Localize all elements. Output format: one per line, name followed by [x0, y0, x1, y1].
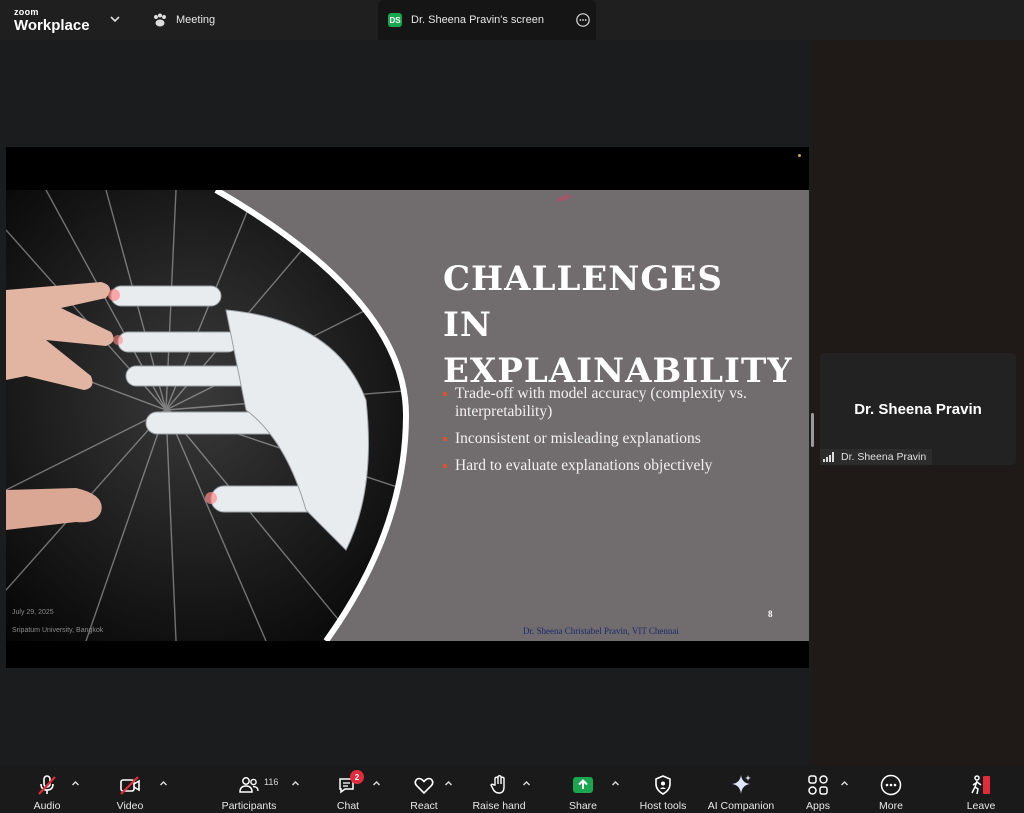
brand-zoom-text: zoom: [14, 7, 39, 17]
host-tools-label: Host tools: [639, 800, 687, 812]
heart-icon: [414, 777, 434, 795]
apps-button[interactable]: Apps: [801, 765, 835, 813]
host-tools-button[interactable]: Host tools: [636, 765, 690, 813]
tab-meeting-label: Meeting: [176, 14, 216, 26]
slide-bullet: Trade-off with model accuracy (complexit…: [443, 385, 763, 421]
slide-page-number: 8: [768, 609, 773, 619]
tab-shared-screen-label: Dr. Sheena Pravin's screen: [411, 14, 544, 26]
slide-author-footer: Dr. Sheena Christabel Pravin, VIT Chenna…: [523, 626, 679, 636]
slide-title-line-1: CHALLENGES IN: [443, 259, 723, 345]
chevron-down-icon[interactable]: [108, 12, 122, 26]
ai-companion-button[interactable]: AI Companion: [704, 765, 778, 813]
slide-bullet: Inconsistent or misleading explanations: [443, 430, 763, 448]
presentation-slide: CHALLENGES IN EXPLAINABILITY Trade-off w…: [6, 190, 809, 641]
share-arrow-icon: [573, 777, 593, 793]
participants-label: Participants: [221, 800, 277, 812]
more-dots-icon: [880, 774, 902, 796]
more-button[interactable]: More: [874, 765, 908, 813]
participant-name-label: Dr. Sheena Pravin: [820, 449, 933, 465]
raise-hand-label: Raise hand: [472, 800, 526, 812]
microphone-muted-icon: [38, 775, 56, 795]
react-button[interactable]: React: [407, 765, 441, 813]
brand-workplace-text: Workplace: [14, 17, 90, 34]
zoom-workplace-logo[interactable]: zoom Workplace: [14, 7, 90, 34]
caret-up-icon[interactable]: [372, 779, 381, 788]
apps-label: Apps: [806, 800, 830, 812]
sparkle-icon: [732, 775, 751, 794]
leave-button[interactable]: Leave: [964, 765, 998, 813]
leave-door-icon: [971, 775, 990, 795]
signal-bars-icon: [823, 452, 834, 462]
chat-button[interactable]: 2 Chat: [331, 765, 365, 813]
slide-university: Sripatum University, Bangkok: [12, 627, 104, 634]
video-button[interactable]: Video: [113, 765, 147, 813]
participant-name-text: Dr. Sheena Pravin: [841, 451, 927, 463]
chat-unread-badge: 2: [350, 770, 364, 784]
more-label: More: [879, 800, 903, 812]
caret-up-icon[interactable]: [291, 779, 300, 788]
slide-bullet: Hard to evaluate explanations objectivel…: [443, 457, 763, 475]
caret-up-icon[interactable]: [840, 779, 849, 788]
meeting-controls-toolbar: Audio Video Participants 116 2 Chat Reac…: [0, 765, 1024, 813]
caret-up-icon[interactable]: [71, 779, 80, 788]
slide-bullet-list: Trade-off with model accuracy (complexit…: [443, 385, 763, 484]
react-label: React: [410, 800, 438, 812]
participant-video-tile[interactable]: Dr. Sheena Pravin Dr. Sheena Pravin: [820, 353, 1016, 465]
chat-label: Chat: [336, 800, 360, 812]
ai-companion-label: AI Companion: [707, 800, 775, 812]
slide-date: July 29, 2025: [12, 609, 54, 616]
slide-annotation-mark: [556, 193, 572, 203]
share-label: Share: [568, 800, 598, 812]
shared-screen-view[interactable]: CHALLENGES IN EXPLAINABILITY Trade-off w…: [6, 147, 809, 668]
more-options-icon[interactable]: [576, 13, 590, 27]
panel-resize-handle[interactable]: [811, 413, 814, 447]
slide-robot-hand-image: [6, 190, 410, 641]
hand-icon: [490, 775, 505, 794]
participant-display-name: Dr. Sheena Pravin: [854, 401, 982, 418]
audio-label: Audio: [33, 800, 61, 812]
presenter-avatar-badge: DS: [388, 13, 402, 27]
paw-icon: [154, 13, 166, 26]
audio-button[interactable]: Audio: [30, 765, 64, 813]
chat-icon-wrap: 2: [336, 770, 364, 797]
caret-up-icon[interactable]: [159, 779, 168, 788]
caret-up-icon[interactable]: [522, 779, 531, 788]
shield-icon: [655, 775, 671, 795]
participants-count: 116: [264, 777, 279, 787]
tab-shared-screen[interactable]: DS Dr. Sheena Pravin's screen: [378, 0, 596, 40]
video-camera-muted-icon: [120, 776, 140, 795]
participants-icon: [239, 777, 259, 793]
raise-hand-button[interactable]: Raise hand: [470, 765, 528, 813]
tab-meeting[interactable]: Meeting: [152, 0, 215, 40]
caret-up-icon[interactable]: [444, 779, 453, 788]
leave-label: Leave: [966, 800, 996, 812]
slide-title: CHALLENGES IN EXPLAINABILITY: [443, 256, 792, 394]
caret-up-icon[interactable]: [611, 779, 620, 788]
apps-grid-icon: [808, 775, 828, 795]
share-button[interactable]: Share: [566, 765, 600, 813]
top-bar: zoom Workplace Meeting DS Dr. Sheena Pra…: [0, 0, 1024, 40]
participants-button[interactable]: Participants: [218, 765, 280, 813]
recording-indicator-dot: [798, 154, 801, 157]
video-label: Video: [116, 800, 144, 812]
